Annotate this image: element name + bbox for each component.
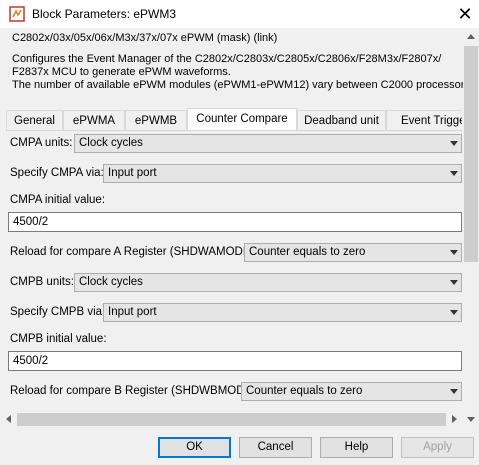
cmpb-initial-label: CMPB initial value: — [10, 333, 107, 345]
tab-counter-compare[interactable]: Counter Compare — [187, 108, 297, 130]
scroll-right-icon[interactable] — [452, 415, 457, 423]
reload-a-dropdown[interactable]: Counter equals to zero — [244, 243, 462, 262]
counter-compare-panel: CMPA units: Clock cycles Specify CMPA vi… — [6, 131, 462, 411]
scroll-left-icon[interactable] — [6, 415, 11, 423]
cancel-button[interactable]: Cancel — [239, 437, 312, 458]
cmpa-units-value: Clock cycles — [79, 137, 143, 149]
reload-b-value: Counter equals to zero — [246, 385, 363, 397]
chevron-down-icon — [450, 171, 458, 176]
close-icon[interactable]: ✕ — [455, 4, 475, 24]
ok-button[interactable]: OK — [158, 437, 231, 458]
tab-strip: General ePWMA ePWMB Counter Compare Dead… — [6, 108, 462, 131]
reload-b-dropdown[interactable]: Counter equals to zero — [241, 382, 462, 401]
chevron-down-icon — [450, 389, 458, 394]
cmpb-via-label: Specify CMPB via: — [10, 306, 106, 318]
cmpa-units-dropdown[interactable]: Clock cycles — [74, 134, 462, 153]
description-line: The number of available ePWM modules (eP… — [12, 79, 473, 91]
chevron-down-icon — [450, 310, 458, 315]
cmpb-via-dropdown[interactable]: Input port — [103, 303, 462, 322]
cmpb-units-label: CMPB units: — [10, 276, 74, 288]
cmpa-via-dropdown[interactable]: Input port — [103, 164, 462, 183]
simulink-block-icon — [9, 6, 25, 22]
tab-general[interactable]: General — [6, 110, 63, 130]
reload-b-label: Reload for compare B Register (SHDWBMODE… — [10, 385, 260, 397]
cmpb-via-value: Input port — [108, 306, 157, 318]
description-line: F2837x MCU to generate ePWM waveforms. — [12, 66, 231, 78]
tab-epwma[interactable]: ePWMA — [63, 110, 125, 130]
cmpb-units-value: Clock cycles — [79, 276, 143, 288]
tab-epwmb[interactable]: ePWMB — [125, 110, 187, 130]
cmpb-units-dropdown[interactable]: Clock cycles — [74, 273, 462, 292]
block-parameters-dialog: Block Parameters: ePWM3 ✕ C2802x/03x/05x… — [0, 0, 479, 465]
window-title: Block Parameters: ePWM3 — [32, 7, 177, 21]
chevron-down-icon — [450, 141, 458, 146]
apply-button[interactable]: Apply — [401, 437, 474, 458]
mask-header: C2802x/03x/05x/06x/M3x/37x/07x ePWM (mas… — [12, 32, 278, 44]
horizontal-scrollbar[interactable] — [0, 411, 463, 428]
help-button[interactable]: Help — [320, 437, 393, 458]
reload-a-label: Reload for compare A Register (SHDWAMODE… — [10, 246, 258, 258]
horizontal-scroll-thumb[interactable] — [17, 413, 446, 426]
chevron-down-icon — [450, 250, 458, 255]
mask-description: Configures the Event Manager of the C280… — [12, 53, 473, 92]
chevron-down-icon — [450, 280, 458, 285]
cmpb-initial-input[interactable]: 4500/2 — [8, 351, 462, 371]
cmpa-via-label: Specify CMPA via: — [10, 167, 104, 179]
title-bar: Block Parameters: ePWM3 ✕ — [0, 0, 479, 28]
cmpa-initial-input[interactable]: 4500/2 — [8, 212, 462, 232]
cmpa-initial-label: CMPA initial value: — [10, 194, 106, 206]
cmpa-via-value: Input port — [108, 167, 157, 179]
description-line: Configures the Event Manager of the C280… — [12, 53, 442, 65]
vertical-scrollbar[interactable] — [463, 28, 479, 428]
cmpa-units-label: CMPA units: — [10, 137, 73, 149]
tab-deadband-unit[interactable]: Deadband unit — [297, 110, 386, 130]
vertical-scroll-thumb[interactable] — [464, 46, 478, 262]
scroll-down-icon[interactable] — [467, 417, 475, 422]
tab-event-trigger[interactable]: Event Trigger — [386, 110, 462, 130]
reload-a-value: Counter equals to zero — [249, 246, 366, 258]
scroll-up-icon[interactable] — [467, 34, 475, 39]
